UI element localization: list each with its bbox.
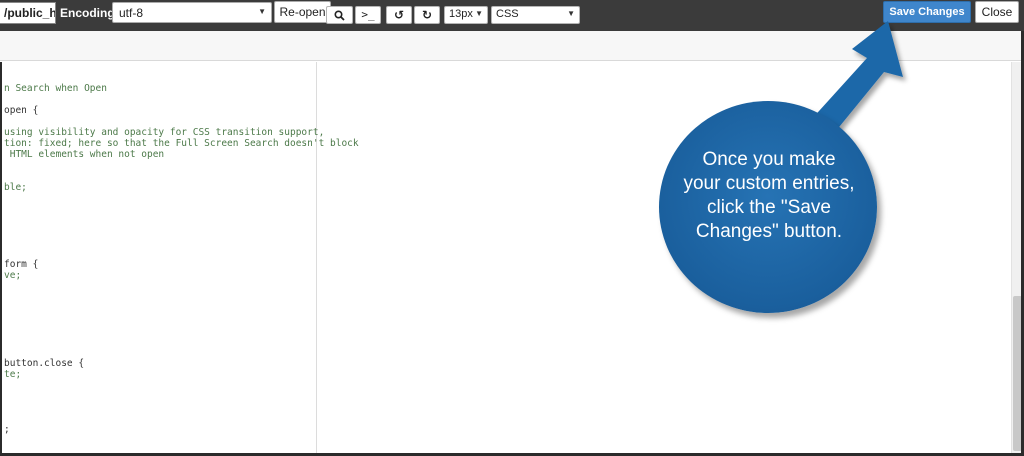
console-icon: >_	[361, 8, 375, 21]
code-line: ;	[4, 424, 10, 435]
close-button[interactable]: Close	[975, 1, 1019, 23]
chevron-down-icon: ▼	[258, 7, 266, 16]
code-line: form {	[4, 259, 39, 270]
callout-line: click the "Save	[707, 197, 831, 218]
undo-button[interactable]: ↺	[386, 6, 412, 24]
chevron-down-icon: ▼	[475, 9, 483, 18]
language-value: CSS	[496, 8, 519, 20]
search-icon	[334, 10, 345, 21]
code-line: ve;	[4, 270, 22, 281]
console-button[interactable]: >_	[355, 6, 381, 24]
reopen-button[interactable]: Re-open	[274, 1, 331, 23]
encoding-label: Encoding:	[60, 6, 119, 20]
encoding-select[interactable]: utf-8 ▼	[112, 2, 272, 23]
file-path-input[interactable]: /public_h	[0, 2, 56, 24]
code-line: HTML elements when not open	[4, 149, 165, 160]
encoding-value: utf-8	[119, 6, 144, 20]
code-line: tion: fixed; here so that the Full Scree…	[4, 138, 359, 149]
code-line: te;	[4, 369, 22, 380]
font-size-select[interactable]: 13px ▼	[444, 6, 488, 24]
callout-text: Once you make your custom entries, click…	[670, 148, 868, 244]
redo-button[interactable]: ↻	[414, 6, 440, 24]
code-line: open {	[4, 105, 39, 116]
editor-toolbar	[0, 31, 1024, 61]
code-editor[interactable]	[0, 62, 1024, 456]
code-line: n Search when Open	[4, 83, 107, 94]
save-changes-button[interactable]: Save Changes	[883, 1, 971, 23]
code-line: using visibility and opacity for CSS tra…	[4, 127, 325, 138]
editor-left-border	[0, 62, 2, 456]
language-select[interactable]: CSS ▼	[491, 6, 580, 24]
callout-line: Once you make	[702, 149, 836, 170]
callout-line: your custom entries,	[683, 173, 855, 194]
redo-icon: ↻	[421, 8, 433, 22]
font-size-value: 13px	[449, 8, 473, 20]
search-button[interactable]	[326, 6, 353, 24]
undo-icon: ↺	[393, 8, 405, 22]
chevron-down-icon: ▼	[567, 9, 575, 18]
code-line: ble;	[4, 182, 27, 193]
print-margin	[316, 62, 317, 456]
callout-line: Changes" button.	[695, 221, 843, 242]
code-line: button.close {	[4, 358, 85, 369]
